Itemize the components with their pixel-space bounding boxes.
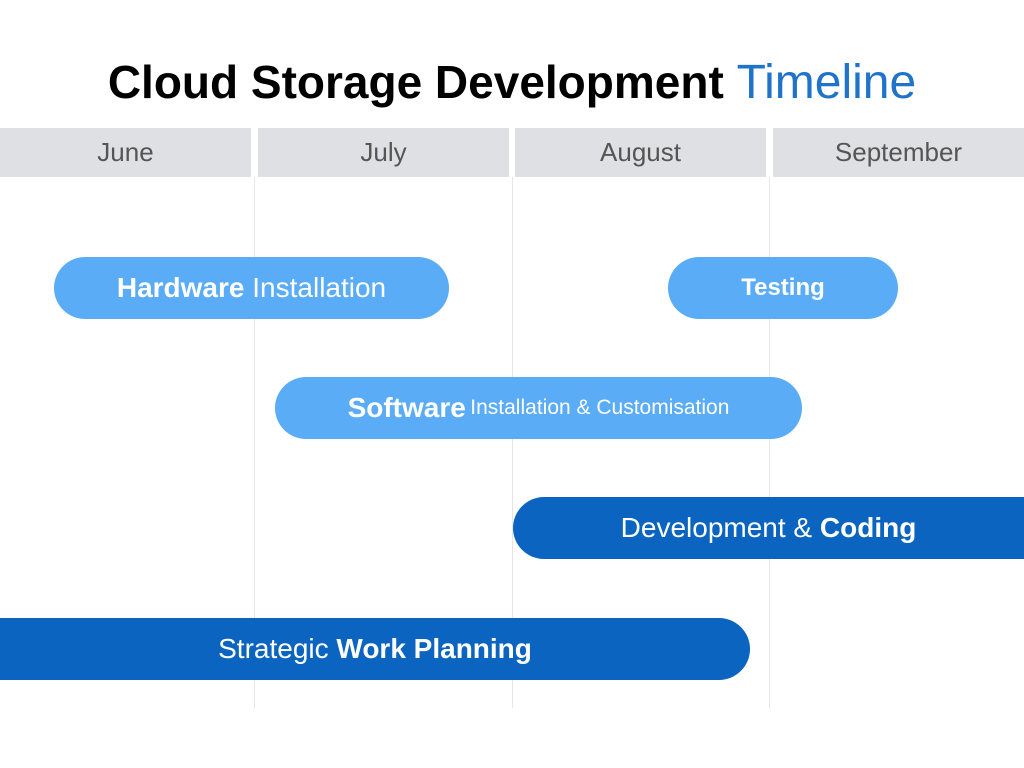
task-bar-testing[interactable]: Testing (668, 257, 898, 319)
task-bar-development-coding[interactable]: Development & Coding (513, 497, 1024, 559)
task-label-strong: Hardware (116, 272, 245, 303)
title-accent: Timeline (736, 56, 917, 109)
task-label-lead: Development & (620, 512, 813, 543)
task-bar-hardware-installation[interactable]: Hardware Installation (54, 257, 449, 319)
month-september: September (773, 128, 1024, 177)
task-label-strong: Testing (741, 274, 825, 301)
task-bar-software-installation[interactable]: Software Installation & Customisation (275, 377, 802, 439)
title-main: Cloud Storage Development (107, 56, 724, 108)
month-august: August (515, 128, 766, 177)
task-label-rest: Installation (252, 272, 387, 303)
task-label-strong: Software (347, 392, 466, 423)
task-label-rest: Installation & Customisation (470, 396, 730, 419)
task-label-strong: Coding (819, 512, 917, 543)
month-june: June (0, 128, 251, 177)
task-bar-strategic-work-planning[interactable]: Strategic Work Planning (0, 618, 750, 680)
month-header-row: June July August September (0, 128, 1024, 177)
task-label-strong: Work Planning (336, 633, 532, 664)
page-title: Cloud Storage Development Timeline (0, 50, 1024, 115)
task-label-lead: Strategic (218, 633, 329, 664)
month-july: July (258, 128, 509, 177)
